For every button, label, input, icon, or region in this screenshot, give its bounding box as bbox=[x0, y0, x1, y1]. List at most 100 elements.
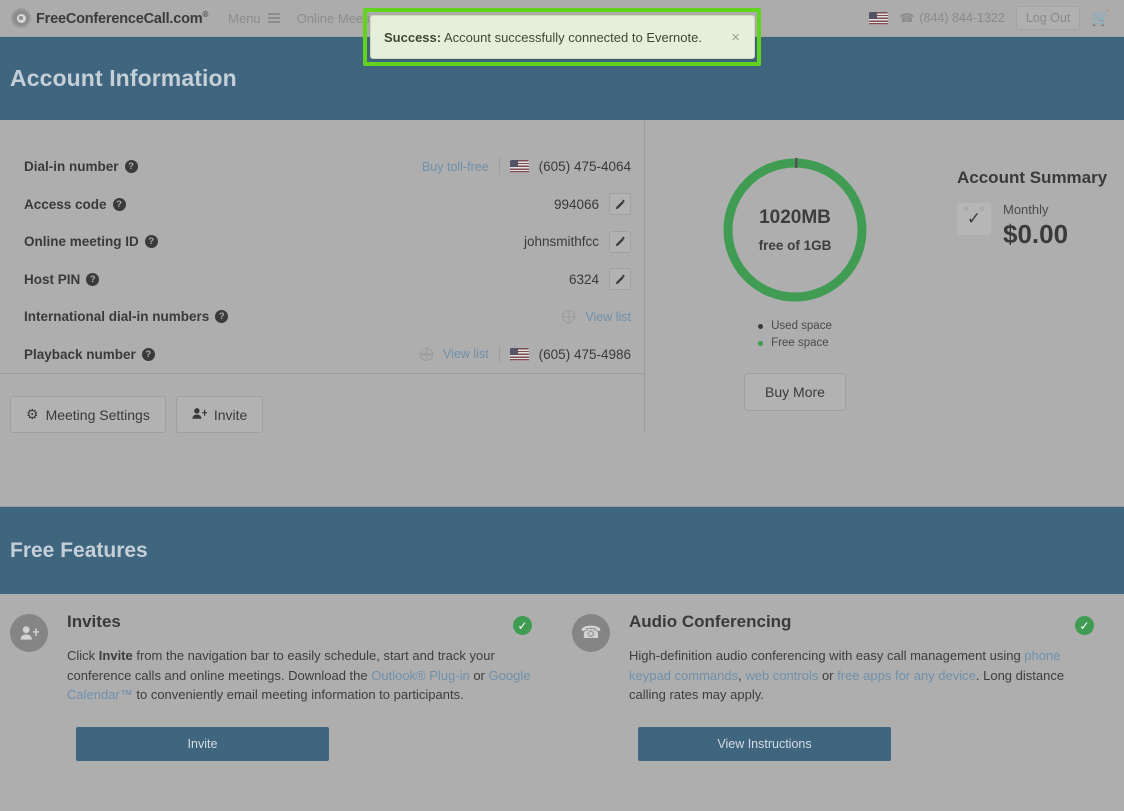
buy-toll-free-link[interactable]: Buy toll-free bbox=[422, 160, 489, 174]
help-icon[interactable]: ? bbox=[215, 310, 229, 324]
page-title: Account Information bbox=[10, 65, 237, 91]
text-run: Click bbox=[67, 648, 99, 663]
invite-label: Invite bbox=[213, 406, 248, 423]
hamburger-icon bbox=[267, 13, 280, 23]
account-summary-row: ✓ Monthly $0.00 bbox=[957, 202, 1124, 250]
row-host-pin: Host PIN ? 6324 bbox=[0, 261, 645, 299]
legend-label: Free space bbox=[771, 337, 829, 349]
divider bbox=[498, 158, 500, 176]
legend-label: Used space bbox=[771, 320, 832, 332]
invite-cta-button[interactable]: Invite bbox=[76, 726, 329, 761]
account-summary-block: Account Summary ✓ Monthly $0.00 bbox=[945, 148, 1124, 433]
inline-link[interactable]: free apps for any device bbox=[837, 668, 976, 683]
view-instructions-cta-button[interactable]: View Instructions bbox=[638, 726, 891, 761]
account-actions: ⚙ Meeting Settings Invite bbox=[0, 374, 644, 433]
support-phone[interactable]: ☎ (844) 844-1322 bbox=[899, 11, 1004, 25]
check-circle-icon: ✓ bbox=[1075, 616, 1094, 635]
invite-button[interactable]: Invite bbox=[175, 396, 264, 433]
page-root: FreeConferenceCall.com® Menu Online Meet… bbox=[0, 0, 1124, 811]
inline-link[interactable]: Outlook® Plug-in bbox=[371, 668, 469, 683]
nav-item-menu-label: Menu bbox=[228, 10, 261, 26]
help-icon[interactable]: ? bbox=[144, 235, 158, 249]
storage-legend: Used space Free space bbox=[758, 318, 832, 352]
playback-number-value: (605) 475-4986 bbox=[538, 346, 631, 362]
account-summary-title: Account Summary bbox=[957, 168, 1108, 187]
inline-link[interactable]: web controls bbox=[745, 668, 818, 683]
emphasis-text: Invite bbox=[98, 648, 133, 663]
row-dial-in-number: Dial-in number ? Buy toll-free (605) 475… bbox=[0, 148, 645, 186]
cart-icon[interactable]: 🛒 bbox=[1091, 9, 1110, 27]
logout-button[interactable]: Log Out bbox=[1015, 6, 1081, 30]
meeting-settings-button[interactable]: ⚙ Meeting Settings bbox=[10, 396, 166, 433]
support-phone-number: (844) 844-1322 bbox=[919, 11, 1005, 25]
row-playback-number: Playback number ? View list (605) 475-49… bbox=[0, 336, 645, 374]
user-plus-icon bbox=[10, 614, 48, 652]
meeting-settings-label: Meeting Settings bbox=[45, 406, 150, 423]
divider bbox=[498, 345, 500, 363]
free-features-band: Free Features bbox=[0, 506, 1124, 594]
success-alert-text: Success: Account successfully connected … bbox=[384, 30, 702, 45]
row-label: Host PIN ? bbox=[24, 272, 100, 287]
account-details-rows: Dial-in number ? Buy toll-free (605) 475… bbox=[0, 148, 645, 374]
conference-call-logo-icon bbox=[11, 8, 31, 28]
host-pin-value: 6324 bbox=[568, 271, 599, 287]
globe-icon bbox=[562, 310, 576, 324]
buy-more-button[interactable]: Buy More bbox=[744, 373, 846, 411]
edit-pencil-icon[interactable] bbox=[609, 230, 631, 253]
us-flag-icon bbox=[509, 160, 529, 174]
online-meeting-id-value: johnsmithfcc bbox=[523, 234, 599, 250]
legend-dot-icon bbox=[758, 341, 764, 346]
row-label: Online meeting ID ? bbox=[24, 234, 158, 249]
row-label: International dial-in numbers ? bbox=[24, 309, 229, 324]
text-run: to conveniently email meeting informatio… bbox=[132, 687, 464, 702]
brand-trademark: ® bbox=[202, 9, 209, 19]
billing-amount: $0.00 bbox=[1003, 219, 1069, 250]
close-icon[interactable]: × bbox=[731, 30, 740, 45]
playback-view-list-link[interactable]: View list bbox=[443, 347, 489, 361]
international-view-list-link[interactable]: View list bbox=[585, 310, 631, 324]
row-label: Playback number ? bbox=[24, 347, 155, 362]
success-alert-strong: Success: bbox=[384, 29, 442, 45]
account-details-panel: Dial-in number ? Buy toll-free (605) 475… bbox=[0, 120, 645, 433]
feature-card-audio-conferencing: ☎ Audio Conferencing High-definition aud… bbox=[562, 594, 1124, 811]
help-icon[interactable]: ? bbox=[141, 347, 155, 361]
user-plus-icon bbox=[192, 407, 207, 423]
text-run: High-definition audio conferencing with … bbox=[629, 648, 1025, 663]
billing-period-label: Monthly bbox=[1003, 202, 1049, 217]
brand-name: FreeConferenceCall.com® bbox=[36, 9, 209, 27]
storage-free-amount: 1020MB bbox=[759, 207, 831, 228]
row-online-meeting-id: Online meeting ID ? johnsmithfcc bbox=[0, 223, 645, 261]
success-alert-message: Account successfully connected to Everno… bbox=[441, 29, 702, 45]
us-flag-icon[interactable] bbox=[869, 11, 889, 25]
brand-logo-link[interactable]: FreeConferenceCall.com® bbox=[11, 8, 208, 28]
edit-pencil-icon[interactable] bbox=[609, 193, 631, 216]
text-run: or bbox=[469, 667, 489, 683]
legend-dot-icon bbox=[758, 324, 764, 329]
phone-icon: ☎ bbox=[572, 614, 610, 652]
success-alert: Success: Account successfully connected … bbox=[370, 15, 755, 59]
help-icon[interactable]: ? bbox=[124, 160, 138, 174]
phone-icon: ☎ bbox=[899, 11, 915, 25]
storage-usage-widget: 1020MB free of 1GB Used space Free space bbox=[645, 148, 945, 433]
legend-item-free-space: Free space bbox=[758, 335, 832, 352]
edit-pencil-icon[interactable] bbox=[609, 268, 631, 291]
storage-free-subtitle: free of 1GB bbox=[758, 238, 832, 253]
feature-card-invites: Invites Click Invite from the navigation… bbox=[0, 594, 562, 811]
row-access-code: Access code ? 994066 bbox=[0, 186, 645, 224]
feature-title: Audio Conferencing bbox=[629, 612, 792, 631]
check-circle-icon: ✓ bbox=[513, 616, 532, 635]
free-features-title: Free Features bbox=[10, 538, 148, 562]
legend-item-used-space: Used space bbox=[758, 318, 832, 335]
feature-title: Invites bbox=[67, 612, 121, 631]
globe-icon bbox=[420, 347, 434, 361]
help-icon[interactable]: ? bbox=[86, 272, 100, 286]
donut-center-labels: 1020MB free of 1GB bbox=[721, 156, 869, 304]
gear-icon: ⚙ bbox=[26, 406, 39, 422]
row-label: Access code ? bbox=[24, 197, 126, 212]
help-icon[interactable]: ? bbox=[112, 197, 126, 211]
nav-item-menu[interactable]: Menu bbox=[228, 11, 280, 26]
calendar-check-icon: ✓ bbox=[957, 203, 991, 235]
text-run: or bbox=[818, 667, 838, 683]
account-summary-panel: 1020MB free of 1GB Used space Free space bbox=[645, 120, 1124, 433]
nav-right-group: ☎ (844) 844-1322 Log Out 🛒 bbox=[869, 6, 1110, 30]
